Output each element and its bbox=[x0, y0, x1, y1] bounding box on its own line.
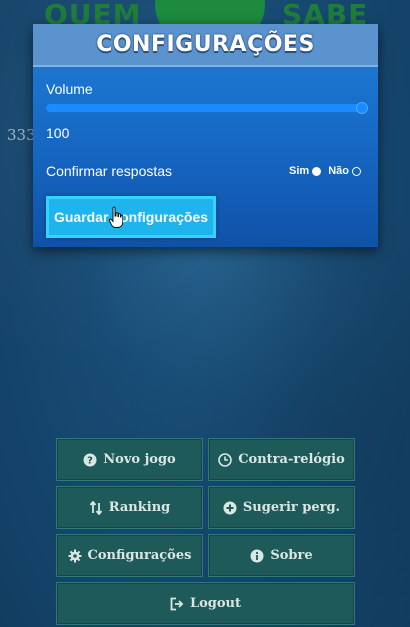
suggest-question-label: Sugerir perg. bbox=[242, 500, 341, 515]
volume-slider[interactable] bbox=[46, 102, 368, 114]
ranking-button[interactable]: Ranking bbox=[56, 486, 203, 529]
settings-label: Configurações bbox=[87, 548, 192, 563]
background-counter: 333 bbox=[7, 126, 36, 144]
volume-label: Volume bbox=[46, 81, 93, 97]
hand-cursor-icon bbox=[109, 206, 123, 228]
time-trial-button[interactable]: Contra-relógio bbox=[208, 438, 355, 481]
info-circle-icon bbox=[250, 549, 264, 563]
settings-title: CONFIGURAÇÕES bbox=[96, 32, 315, 57]
save-settings-button[interactable]: Guardar configurações bbox=[46, 196, 216, 238]
settings-modal: CONFIGURAÇÕES Volume 100 Confirmar respo… bbox=[33, 24, 378, 247]
gear-icon bbox=[68, 549, 82, 563]
confirm-answers-row: Confirmar respostas Sim Não bbox=[46, 163, 365, 179]
plus-circle-icon bbox=[223, 501, 237, 515]
logout-label: Logout bbox=[189, 596, 242, 611]
logout-icon bbox=[170, 597, 184, 611]
confirm-no-label: Não bbox=[328, 165, 349, 177]
settings-body: Volume 100 Confirmar respostas Sim Não G… bbox=[33, 67, 378, 238]
about-button[interactable]: Sobre bbox=[208, 534, 355, 577]
main-menu: ? Novo jogo Contra-relógio Ranking Suger… bbox=[56, 438, 356, 625]
confirm-no-radio[interactable] bbox=[352, 166, 361, 176]
suggest-question-button[interactable]: Sugerir perg. bbox=[208, 486, 355, 529]
svg-text:?: ? bbox=[87, 455, 93, 466]
question-circle-icon: ? bbox=[83, 453, 97, 467]
confirm-answers-options: Sim Não bbox=[289, 165, 365, 177]
settings-button[interactable]: Configurações bbox=[56, 534, 203, 577]
new-game-label: Novo jogo bbox=[103, 452, 176, 467]
sort-arrows-icon bbox=[89, 500, 103, 515]
confirm-answers-label: Confirmar respostas bbox=[46, 163, 173, 179]
confirm-yes-radio[interactable] bbox=[312, 166, 322, 176]
volume-value: 100 bbox=[46, 125, 70, 141]
clock-icon bbox=[218, 452, 233, 467]
settings-header: CONFIGURAÇÕES bbox=[33, 24, 378, 67]
time-trial-label: Contra-relógio bbox=[238, 452, 345, 467]
volume-slider-thumb[interactable] bbox=[356, 102, 368, 114]
about-label: Sobre bbox=[270, 548, 313, 563]
confirm-yes-label: Sim bbox=[289, 165, 310, 177]
ranking-label: Ranking bbox=[108, 500, 171, 515]
new-game-button[interactable]: ? Novo jogo bbox=[56, 438, 203, 481]
logout-button[interactable]: Logout bbox=[56, 582, 355, 625]
